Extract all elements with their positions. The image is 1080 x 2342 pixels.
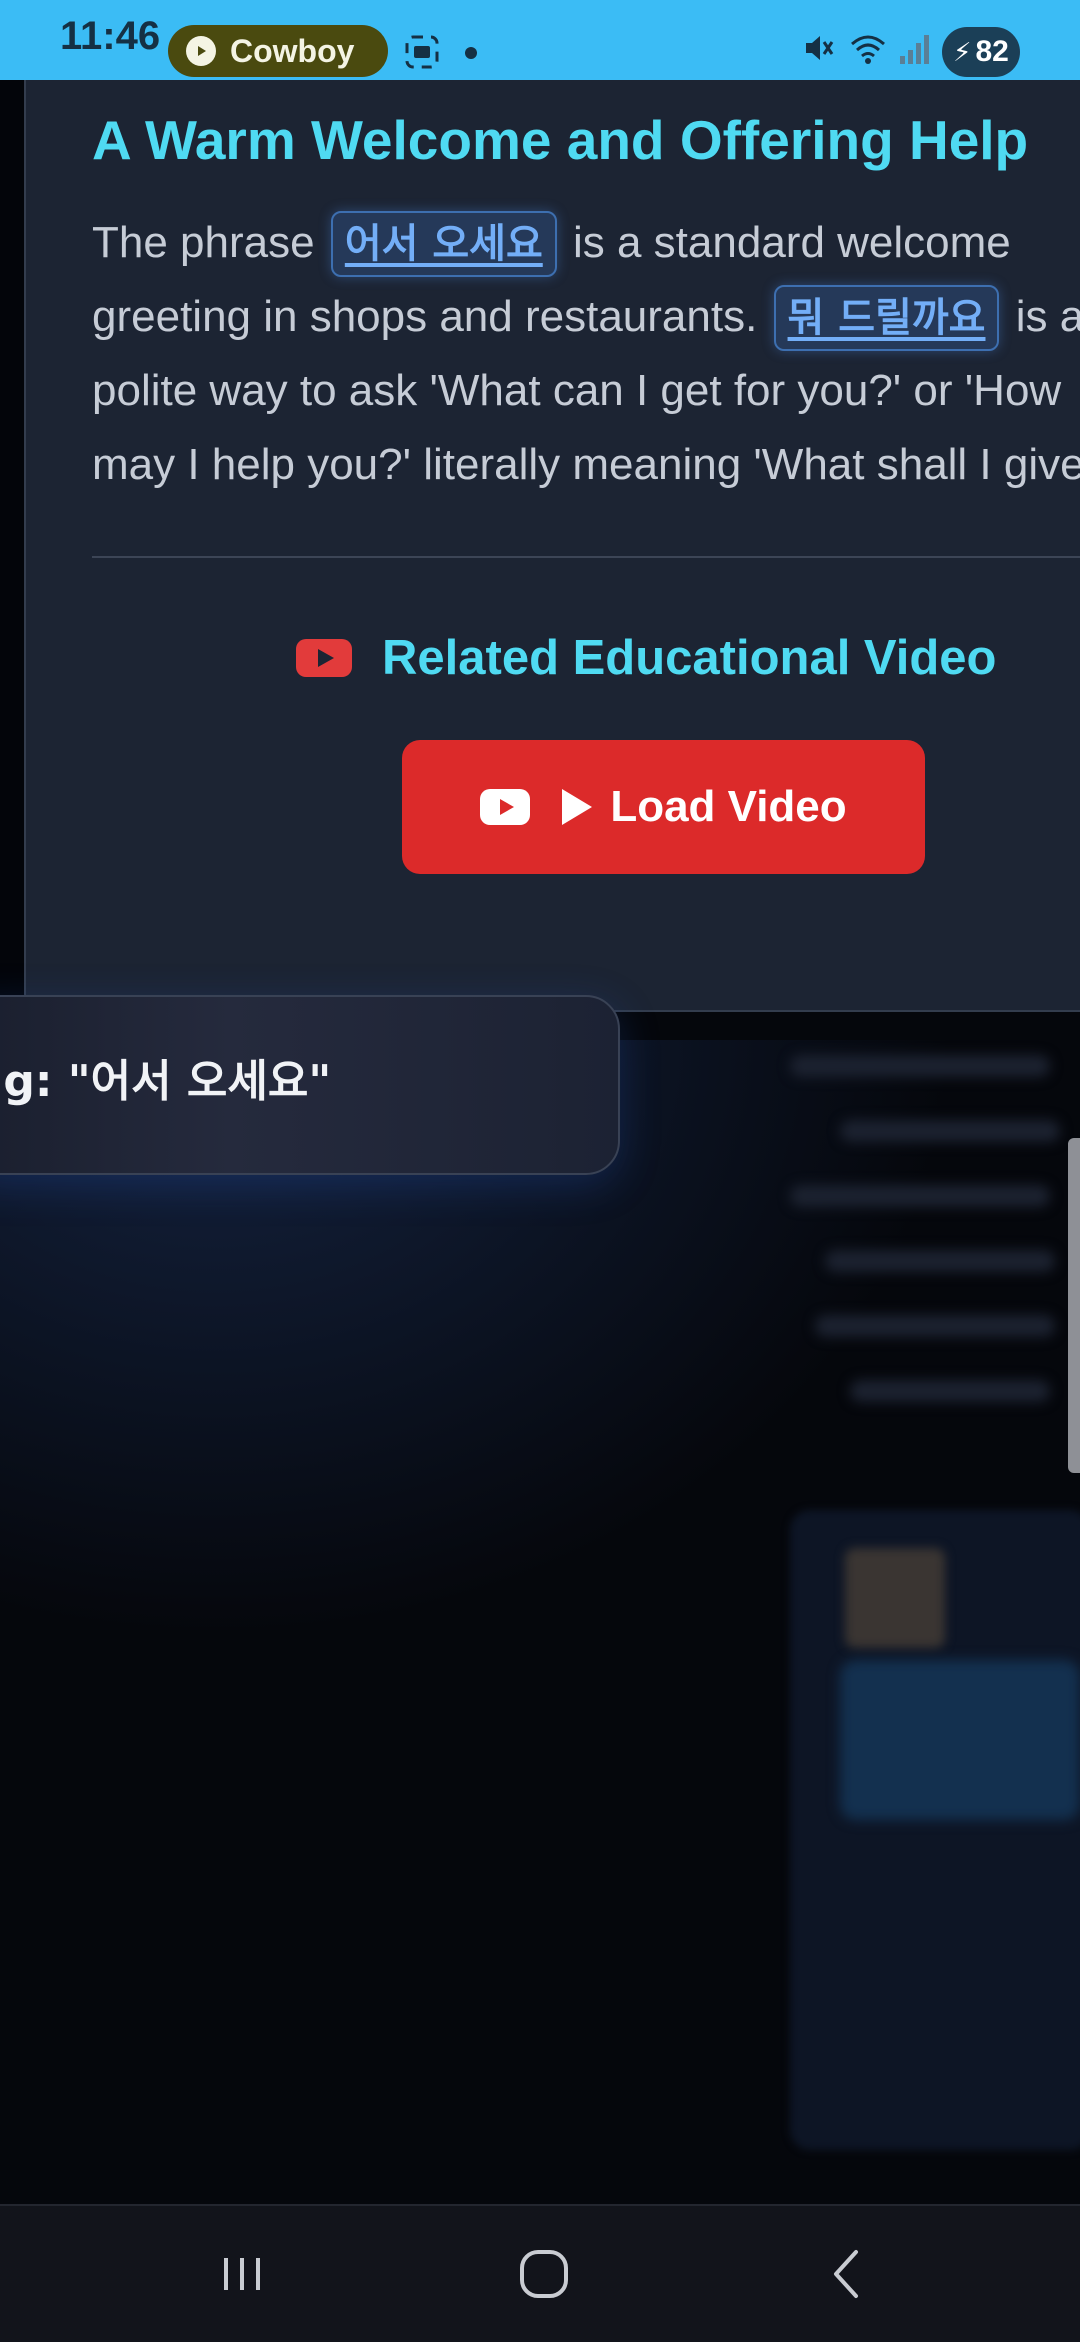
blurred-text-line (815, 1315, 1055, 1337)
load-video-button[interactable]: Load Video (402, 740, 925, 874)
load-video-label: Load Video (610, 782, 847, 831)
play-icon (562, 789, 593, 825)
paragraph-text: may I help you?' literally meaning 'What… (92, 440, 1080, 489)
mute-icon (806, 36, 834, 60)
bubble-text: ng: "어서 오세요" (0, 1056, 332, 1107)
blurred-text-line (840, 1120, 1060, 1142)
page-edge (0, 80, 24, 1010)
blurred-message (840, 1660, 1080, 1820)
scrollbar[interactable] (1068, 1138, 1080, 1473)
section-title: A Warm Welcome and Offering Help (92, 109, 1029, 171)
navigation-bar (0, 2204, 1080, 2342)
paragraph-text: polite way to ask 'What can I get for yo… (92, 366, 1062, 415)
paragraph-text: The phrase (92, 218, 315, 267)
paragraph-text: is a (1015, 292, 1080, 341)
blurred-text-line (790, 1185, 1050, 1207)
blurred-text-line (850, 1380, 1050, 1402)
recent-apps-icon[interactable] (212, 2244, 272, 2304)
battery-icon: ⚡ 82 (942, 27, 1020, 77)
play-circle-icon (186, 36, 216, 66)
korean-phrase-chip[interactable]: 어서 오세요 (330, 211, 557, 277)
back-icon[interactable] (818, 2244, 878, 2304)
signal-icon (900, 35, 929, 64)
screenshot-icon (405, 35, 439, 69)
paragraph-text: greeting in shops and restaurants. (92, 292, 758, 341)
youtube-icon (296, 639, 352, 677)
video-section-heading: Related Educational Video (296, 630, 996, 686)
video-heading-text: Related Educational Video (382, 631, 997, 685)
lesson-paragraph: The phrase 어서 오세요 is a standard welcome … (92, 206, 1080, 502)
avatar (845, 1548, 945, 1648)
wifi-icon (851, 35, 885, 64)
youtube-icon (480, 789, 531, 825)
speaking-bubble[interactable]: ng: "어서 오세요" (0, 995, 620, 1175)
home-icon[interactable] (514, 2244, 574, 2304)
blurred-text-line (790, 1055, 1050, 1077)
media-app-name: Cowboy (230, 32, 355, 69)
blurred-text-line (825, 1250, 1055, 1272)
media-app-chip[interactable]: Cowboy (168, 25, 388, 77)
korean-phrase-chip[interactable]: 뭐 드릴까요 (773, 285, 1000, 351)
battery-level: 82 (975, 35, 1009, 68)
status-bar: 11:46 Cowboy ⚡ 82 (0, 0, 1080, 80)
status-time: 11:46 (60, 14, 161, 58)
paragraph-text: is a standard welcome (572, 218, 1011, 267)
notification-dot-icon (465, 47, 477, 59)
divider (92, 556, 1080, 558)
